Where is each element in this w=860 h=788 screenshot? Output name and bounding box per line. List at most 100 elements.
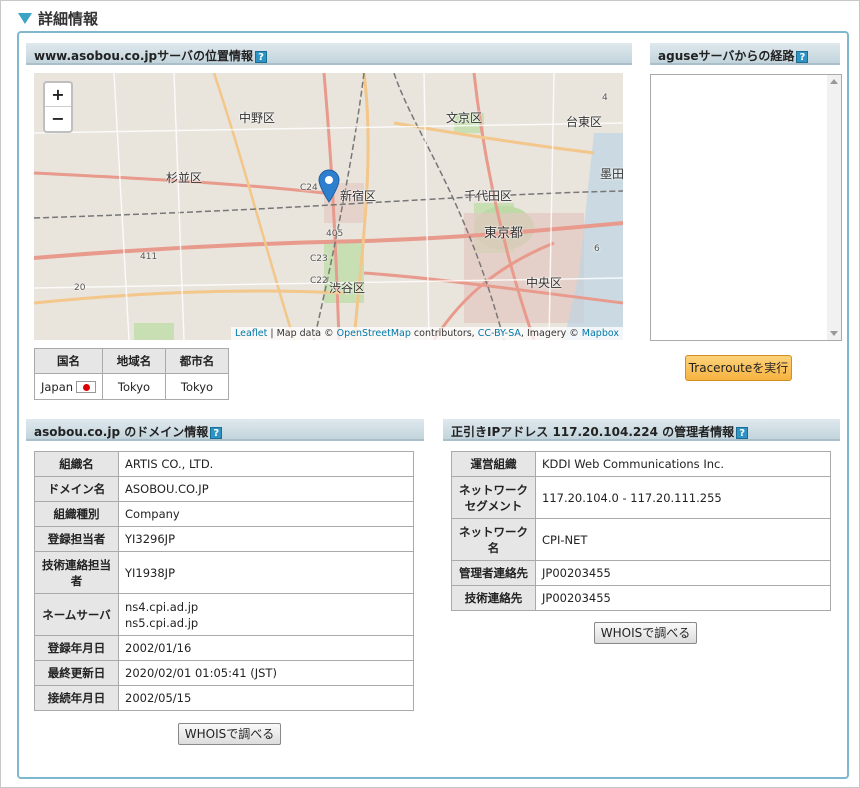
row-label: 技術連絡先 <box>451 585 536 611</box>
row-value: CPI-NET <box>535 518 831 561</box>
table-row: ドメイン名 ASOBOU.CO.JP <box>34 476 414 502</box>
map-road-411: 411 <box>140 252 158 262</box>
row-label: 登録担当者 <box>34 526 119 552</box>
map-label-chiyoda: 千代田区 <box>464 189 513 203</box>
row-value: JP00203455 <box>535 560 831 586</box>
table-row: ネームサーバ ns4.cpi.ad.jp ns5.cpi.ad.jp <box>34 593 414 636</box>
table-row: 登録担当者 YI3296JP <box>34 526 414 552</box>
table-row: 管理者連絡先 JP00203455 <box>451 560 831 586</box>
location-header-text: www.asobou.co.jpサーバの位置情報 <box>34 49 253 63</box>
geo-country: Japan <box>34 373 103 400</box>
ip-table: 運営組織 KDDI Web Communications Inc. ネットワークセ… <box>451 451 831 611</box>
row-value: 2020/02/01 01:05:41 (JST) <box>118 660 414 686</box>
domain-header-text: asobou.co.jp のドメイン情報 <box>34 425 209 439</box>
domain-whois-button[interactable]: WHOISで調べる <box>178 723 281 745</box>
help-icon[interactable]: ? <box>736 426 749 439</box>
map-tiles <box>34 73 623 340</box>
row-label: 最終更新日 <box>34 660 119 686</box>
geo-region: Tokyo <box>102 373 166 400</box>
row-label: ネットワーク名 <box>451 518 536 561</box>
map-label-bunkyo: 文京区 <box>446 111 483 125</box>
table-row: ネットワーク名 CPI-NET <box>451 518 831 561</box>
table-row: 登録年月日 2002/01/16 <box>34 635 414 661</box>
help-icon[interactable]: ? <box>210 426 223 439</box>
geo-header-city: 都市名 <box>165 348 229 374</box>
section-title[interactable]: 詳細情報 <box>18 8 98 29</box>
row-label: 組織種別 <box>34 501 119 527</box>
map-label-taito: 台東区 <box>566 115 603 129</box>
row-label: 組織名 <box>34 451 119 477</box>
row-label: 運営組織 <box>451 451 536 477</box>
row-value: 117.20.104.0 - 117.20.111.255 <box>535 476 831 519</box>
domain-table: 組織名 ARTIS CO., LTD. ドメイン名 ASOBOU.CO.JP 組織種… <box>34 451 414 711</box>
row-label: 管理者連絡先 <box>451 560 536 586</box>
map-road-c24: C24 <box>300 183 318 193</box>
map-road-c22: C22 <box>310 276 328 286</box>
row-value: ASOBOU.CO.JP <box>118 476 414 502</box>
row-label: 技術連絡担当者 <box>34 551 119 594</box>
map-label-shibuya: 渋谷区 <box>329 281 366 295</box>
cc-by-sa-link[interactable]: CC-BY-SA <box>478 328 521 339</box>
map-label-suginami: 杉並区 <box>166 171 203 185</box>
scroll-up-icon[interactable] <box>830 79 838 84</box>
ip-whois-button[interactable]: WHOISで調べる <box>594 622 697 644</box>
scrollbar[interactable] <box>827 75 841 340</box>
row-value: Company <box>118 501 414 527</box>
osm-link[interactable]: OpenStreetMap <box>337 328 411 339</box>
geo-table: 国名 地域名 都市名 Japan Tokyo Tokyo <box>34 348 229 400</box>
zoom-control: + − <box>43 81 73 133</box>
map-label-sumida: 墨田 <box>600 167 623 181</box>
row-label: 接続年月日 <box>34 685 119 711</box>
zoom-in-button[interactable]: + <box>45 83 71 107</box>
mapbox-link[interactable]: Mapbox <box>582 328 619 339</box>
table-row: 技術連絡担当者 YI1938JP <box>34 551 414 594</box>
domain-header: asobou.co.jp のドメイン情報? <box>26 419 424 441</box>
nameserver-1: ns4.cpi.ad.jp <box>125 599 199 614</box>
row-value: KDDI Web Communications Inc. <box>535 451 831 477</box>
location-marker-icon[interactable] <box>318 169 340 203</box>
table-row: 接続年月日 2002/05/15 <box>34 685 414 711</box>
traceroute-button[interactable]: Tracerouteを実行 <box>685 355 792 381</box>
map-attribution: Leaflet | Map data © OpenStreetMap contr… <box>230 327 623 340</box>
scroll-down-icon[interactable] <box>830 331 838 336</box>
traceroute-output[interactable] <box>650 74 842 341</box>
row-value: JP00203455 <box>535 585 831 611</box>
row-value: 2002/01/16 <box>118 635 414 661</box>
ip-header-text: 正引きIPアドレス 117.20.104.224 の管理者情報 <box>451 425 735 439</box>
row-label: ネームサーバ <box>34 593 119 636</box>
map-road-c23: C23 <box>310 254 328 264</box>
map-road-4: 4 <box>602 93 608 103</box>
table-row: ネットワークセグメント 117.20.104.0 - 117.20.111.255 <box>451 476 831 519</box>
row-value: 2002/05/15 <box>118 685 414 711</box>
row-value: ARTIS CO., LTD. <box>118 451 414 477</box>
zoom-out-button[interactable]: − <box>45 107 71 131</box>
map-road-405: 405 <box>326 229 344 239</box>
map-label-chuo: 中央区 <box>526 276 563 290</box>
table-row: 最終更新日 2020/02/01 01:05:41 (JST) <box>34 660 414 686</box>
attribution-text: | Map data © <box>267 328 337 339</box>
section-title-text: 詳細情報 <box>38 10 99 28</box>
traceroute-header: aguseサーバからの経路? <box>650 43 840 65</box>
table-row: 運営組織 KDDI Web Communications Inc. <box>451 451 831 477</box>
row-value: YI3296JP <box>118 526 414 552</box>
location-header: www.asobou.co.jpサーバの位置情報? <box>26 43 632 65</box>
attribution-text: , Imagery © <box>520 328 582 339</box>
row-label: ドメイン名 <box>34 476 119 502</box>
geo-city: Tokyo <box>165 373 229 400</box>
map-road-20: 20 <box>74 283 86 293</box>
help-icon[interactable]: ? <box>254 50 267 63</box>
country-name: Japan <box>40 379 74 394</box>
collapse-triangle-icon[interactable] <box>18 13 32 24</box>
map-label-tokyo: 東京都 <box>484 226 524 241</box>
map-label-nakano: 中野区 <box>239 111 276 125</box>
row-value: ns4.cpi.ad.jp ns5.cpi.ad.jp <box>118 593 414 636</box>
nameserver-2: ns5.cpi.ad.jp <box>125 615 199 630</box>
leaflet-link[interactable]: Leaflet <box>235 328 267 339</box>
help-icon[interactable]: ? <box>796 50 809 63</box>
ip-header: 正引きIPアドレス 117.20.104.224 の管理者情報? <box>443 419 840 441</box>
location-map[interactable]: + − 中野区 杉並区 新宿区 渋谷区 文京区 台東区 墨田 千代田区 東京都 … <box>34 73 623 340</box>
table-row: 技術連絡先 JP00203455 <box>451 585 831 611</box>
row-label: ネットワークセグメント <box>451 476 536 519</box>
japan-flag-icon <box>76 381 97 393</box>
row-label: 登録年月日 <box>34 635 119 661</box>
